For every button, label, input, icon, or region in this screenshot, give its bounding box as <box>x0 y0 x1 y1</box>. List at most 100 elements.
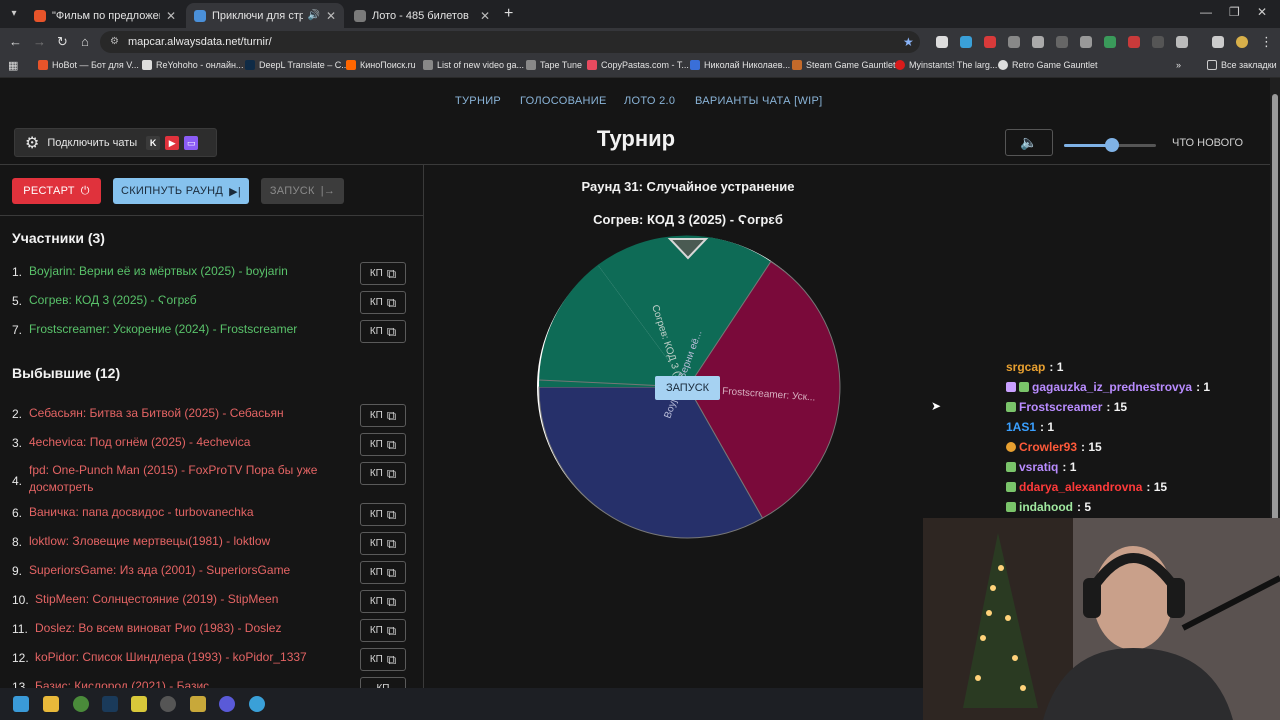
bookmark-star-icon[interactable]: ★ <box>903 31 914 53</box>
forward-icon[interactable]: → <box>33 34 46 49</box>
extension-icon[interactable] <box>936 36 948 48</box>
twitch-icon: ▭ <box>184 135 199 150</box>
apps-grid-icon[interactable]: ▦ <box>8 59 18 72</box>
reading-list-icon[interactable] <box>1212 36 1224 48</box>
kp-link-button[interactable]: КП ⧉ <box>360 433 406 456</box>
chat-vote-line: Crowler93: 15 <box>1006 440 1102 454</box>
kp-link-button[interactable]: КП ⧉ <box>360 619 406 642</box>
eliminated-text: 4echevica: Под огнём (2025) - 4echevica <box>29 435 251 449</box>
steam-icon[interactable] <box>102 696 118 712</box>
sound-toggle-button[interactable]: 🔈 <box>1005 129 1053 156</box>
extension-icon[interactable] <box>1128 36 1140 48</box>
external-link-icon: ⧉ <box>386 535 397 551</box>
taskbar-app-icon[interactable] <box>131 696 147 712</box>
bookmark-item[interactable]: Tape Tune <box>526 60 582 70</box>
bookmark-item[interactable]: Retro Game Gauntlet <box>998 60 1098 70</box>
bookmark-item[interactable]: HoBot — Бот для V... <box>38 60 139 70</box>
chrome-icon[interactable] <box>73 696 89 712</box>
nav-voting[interactable]: ГОЛОСОВАНИЕ <box>520 95 607 107</box>
close-tab-icon[interactable]: ✕ <box>480 9 490 23</box>
external-link-icon: ⧉ <box>386 564 397 580</box>
back-icon[interactable]: ← <box>9 34 22 49</box>
kp-link-button[interactable]: КП ⧉ <box>360 462 406 485</box>
extension-icon[interactable] <box>1080 36 1092 48</box>
minimize-icon[interactable]: — <box>1200 5 1212 19</box>
tab-3[interactable]: Лото - 485 билетов ✕ <box>346 3 498 28</box>
kp-label: КП <box>369 567 383 578</box>
kp-link-button[interactable]: КП <box>360 677 406 688</box>
bookmark-item[interactable]: Николай Николаев... <box>690 60 790 70</box>
close-tab-icon[interactable]: ✕ <box>166 9 176 23</box>
reload-icon[interactable]: ↻ <box>57 34 68 50</box>
bookmark-item[interactable]: ReYohoho - онлайн... <box>142 60 243 70</box>
nav-loto[interactable]: ЛОТО 2.0 <box>624 95 675 107</box>
new-tab-icon[interactable]: + <box>504 5 513 23</box>
url-field[interactable]: ⚙ mapcar.alwaysdata.net/turnir/ ★ <box>100 31 920 53</box>
bookmark-item[interactable]: Steam Game Gauntlet <box>792 60 896 70</box>
restart-button[interactable]: РЕСТАРТ ⏻ <box>12 178 101 204</box>
site-info-icon[interactable]: ⚙ <box>110 31 119 53</box>
kp-link-button[interactable]: КП ⧉ <box>360 590 406 613</box>
kp-link-button[interactable]: КП ⧉ <box>360 262 406 285</box>
extension-icon[interactable] <box>1104 36 1116 48</box>
bookmark-item[interactable]: CopyPastas.com - T... <box>587 60 689 70</box>
skip-round-button[interactable]: СКИПНУТЬ РАУНД ▶| <box>113 178 249 204</box>
external-link-icon: ⧉ <box>386 622 397 638</box>
bookmark-favicon-icon <box>998 60 1008 70</box>
launch-button[interactable]: ЗАПУСК |→ <box>261 178 344 204</box>
volume-slider-thumb[interactable] <box>1105 138 1119 152</box>
bookmark-label: Steam Game Gauntlet <box>806 60 896 70</box>
round-title: Раунд 31: Случайное устранение <box>581 179 795 194</box>
eliminated-number: 11. <box>12 622 28 636</box>
bookmark-item[interactable]: КиноПоиск.ru <box>346 60 416 70</box>
tab-1[interactable]: "Фильм по предложениям от ✕ <box>26 3 184 28</box>
kick-icon: K <box>146 135 161 150</box>
audio-playing-icon[interactable]: 🔊 <box>307 10 319 21</box>
more-bookmarks-icon[interactable]: » <box>1176 60 1181 70</box>
file-explorer-icon[interactable] <box>43 696 59 712</box>
kp-link-button[interactable]: КП ⧉ <box>360 561 406 584</box>
kp-link-button[interactable]: КП ⧉ <box>360 532 406 555</box>
bookmark-favicon-icon <box>346 60 356 70</box>
kp-link-button[interactable]: КП ⧉ <box>360 320 406 343</box>
menu-kebab-icon[interactable]: ⋮ <box>1260 34 1273 50</box>
eliminated-number: 10. <box>12 593 29 607</box>
restore-icon[interactable]: ❐ <box>1229 5 1240 19</box>
bookmark-item[interactable]: DeepL Translate – C... <box>245 60 349 70</box>
kp-link-button[interactable]: КП ⧉ <box>360 291 406 314</box>
enter-arrow-icon: |→ <box>320 185 336 197</box>
telegram-icon[interactable] <box>249 696 265 712</box>
kp-label: КП <box>369 509 383 520</box>
spin-button[interactable]: ЗАПУСК <box>655 376 720 400</box>
home-icon[interactable]: ⌂ <box>81 34 89 49</box>
extension-icon[interactable] <box>1056 36 1068 48</box>
whats-new-link[interactable]: ЧТО НОВОГО <box>1172 137 1243 149</box>
extension-icon[interactable] <box>960 36 972 48</box>
chat-username: Frostscreamer <box>1019 400 1103 414</box>
taskbar-app-icon[interactable] <box>219 696 235 712</box>
tab-2[interactable]: Приключи для стрима 🔊 ✕ <box>186 3 344 28</box>
bookmark-label: Myinstants! The larg... <box>909 60 998 70</box>
extension-icon[interactable] <box>984 36 996 48</box>
window-close-icon[interactable]: ✕ <box>1257 5 1267 19</box>
kp-link-button[interactable]: КП ⧉ <box>360 503 406 526</box>
connect-chats-button[interactable]: ⚙ Подключить чаты K ▶ ▭ <box>14 128 217 157</box>
kp-link-button[interactable]: КП ⧉ <box>360 404 406 427</box>
extension-icon[interactable] <box>1008 36 1020 48</box>
bookmark-item[interactable]: Myinstants! The larg... <box>895 60 997 70</box>
profile-avatar-icon[interactable] <box>1236 36 1248 48</box>
nav-chat-variants[interactable]: ВАРИАНТЫ ЧАТА [WIP] <box>695 95 823 107</box>
extension-icon[interactable] <box>1152 36 1164 48</box>
bookmark-item[interactable]: List of new video ga... <box>423 60 524 70</box>
obs-icon[interactable] <box>160 696 176 712</box>
windows-start-icon[interactable] <box>13 696 29 712</box>
kp-link-button[interactable]: КП ⧉ <box>360 648 406 671</box>
extensions-puzzle-icon[interactable] <box>1176 36 1188 48</box>
all-bookmarks-folder[interactable]: Все закладки <box>1207 60 1277 70</box>
nav-tournament[interactable]: ТУРНИР <box>455 95 501 107</box>
close-tab-icon[interactable]: ✕ <box>326 9 336 23</box>
extension-icon[interactable] <box>1032 36 1044 48</box>
tab-search-icon[interactable]: ▾ <box>6 6 22 22</box>
bookmark-favicon-icon <box>423 60 433 70</box>
taskbar-app-icon[interactable] <box>190 696 206 712</box>
